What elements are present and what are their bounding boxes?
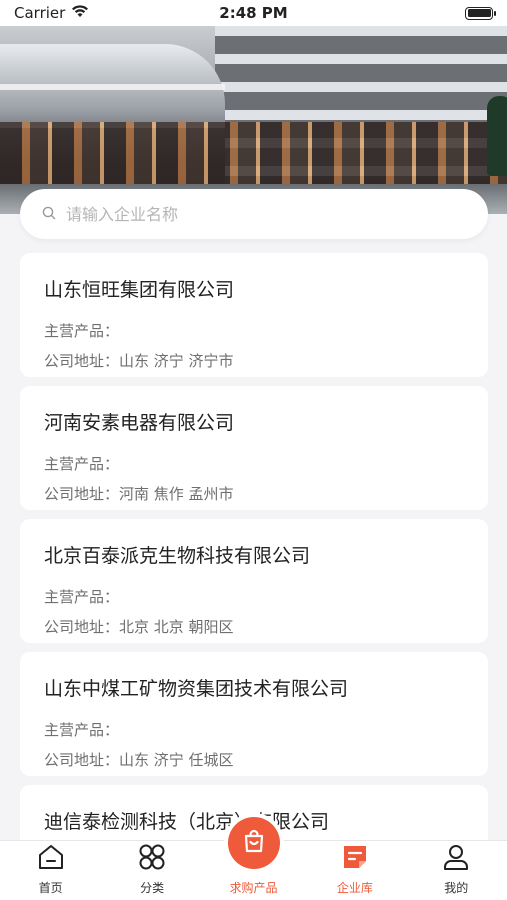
- main-products-row: 主营产品：: [44, 582, 464, 612]
- user-icon: [441, 842, 471, 875]
- tab-category-label: 分类: [140, 881, 165, 895]
- tab-home-label: 首页: [38, 881, 63, 895]
- main-products-row: 主营产品：: [44, 449, 464, 479]
- hero-storefronts: [0, 122, 507, 184]
- tab-mine[interactable]: 我的: [406, 842, 507, 896]
- address-label: 公司地址：: [44, 751, 120, 769]
- tab-category[interactable]: 分类: [102, 842, 203, 896]
- company-name: 山东恒旺集团有限公司: [44, 279, 235, 301]
- company-card[interactable]: 山东恒旺集团有限公司 主营产品： 公司地址：山东 济宁 济宁市: [20, 253, 488, 377]
- company-card[interactable]: 山东中煤工矿物资集团技术有限公司 主营产品： 公司地址：山东 济宁 任城区: [20, 652, 488, 776]
- main-products-row: 主营产品：: [44, 316, 464, 346]
- company-card[interactable]: 北京百泰派克生物科技有限公司 主营产品： 公司地址：北京 北京 朝阳区: [20, 519, 488, 643]
- post-request-button[interactable]: [228, 817, 280, 869]
- search-bar[interactable]: [20, 189, 488, 239]
- search-icon: [42, 205, 56, 224]
- company-name: 河南安素电器有限公司: [44, 412, 235, 434]
- address-row: 公司地址：山东 济宁 任城区: [44, 745, 464, 775]
- company-name: 北京百泰派克生物科技有限公司: [44, 545, 311, 567]
- main-products-label: 主营产品：: [44, 322, 120, 340]
- status-left: Carrier: [14, 4, 89, 22]
- tab-enterprise[interactable]: 企业库: [304, 842, 405, 896]
- category-icon: [137, 842, 167, 875]
- address-label: 公司地址：: [44, 352, 120, 370]
- tab-mine-label: 我的: [444, 881, 469, 895]
- address-value: 河南 焦作 孟州市: [119, 485, 234, 503]
- main-products-row: 主营产品：: [44, 715, 464, 745]
- company-list: 山东恒旺集团有限公司 主营产品： 公司地址：山东 济宁 济宁市 河南安素电器有限…: [20, 253, 488, 900]
- enterprise-icon: [340, 842, 370, 875]
- address-value: 北京 北京 朝阳区: [119, 618, 234, 636]
- tab-home[interactable]: 首页: [0, 842, 101, 896]
- company-name: 山东中煤工矿物资集团技术有限公司: [44, 678, 349, 700]
- main-products-label: 主营产品：: [44, 455, 120, 473]
- home-icon: [36, 842, 66, 875]
- tab-request-label: 求购产品: [229, 881, 278, 895]
- shopping-bag-icon: [241, 828, 267, 858]
- main-products-label: 主营产品：: [44, 721, 120, 739]
- company-card[interactable]: 河南安素电器有限公司 主营产品： 公司地址：河南 焦作 孟州市: [20, 386, 488, 510]
- address-value: 山东 济宁 任城区: [119, 751, 234, 769]
- carrier-label: Carrier: [14, 4, 66, 22]
- battery-icon: [465, 6, 496, 20]
- status-bar: Carrier 2:48 PM: [0, 0, 507, 26]
- address-value: 山东 济宁 济宁市: [119, 352, 234, 370]
- address-row: 公司地址：山东 济宁 济宁市: [44, 346, 464, 376]
- address-row: 公司地址：河南 焦作 孟州市: [44, 479, 464, 509]
- hero-banner-image: [0, 26, 507, 214]
- search-input[interactable]: [66, 204, 446, 224]
- main-products-label: 主营产品：: [44, 588, 120, 606]
- address-label: 公司地址：: [44, 485, 120, 503]
- wifi-icon: [71, 4, 89, 22]
- hero-tree: [487, 96, 507, 176]
- address-label: 公司地址：: [44, 618, 120, 636]
- address-row: 公司地址：北京 北京 朝阳区: [44, 612, 464, 642]
- tab-enterprise-label: 企业库: [336, 881, 373, 895]
